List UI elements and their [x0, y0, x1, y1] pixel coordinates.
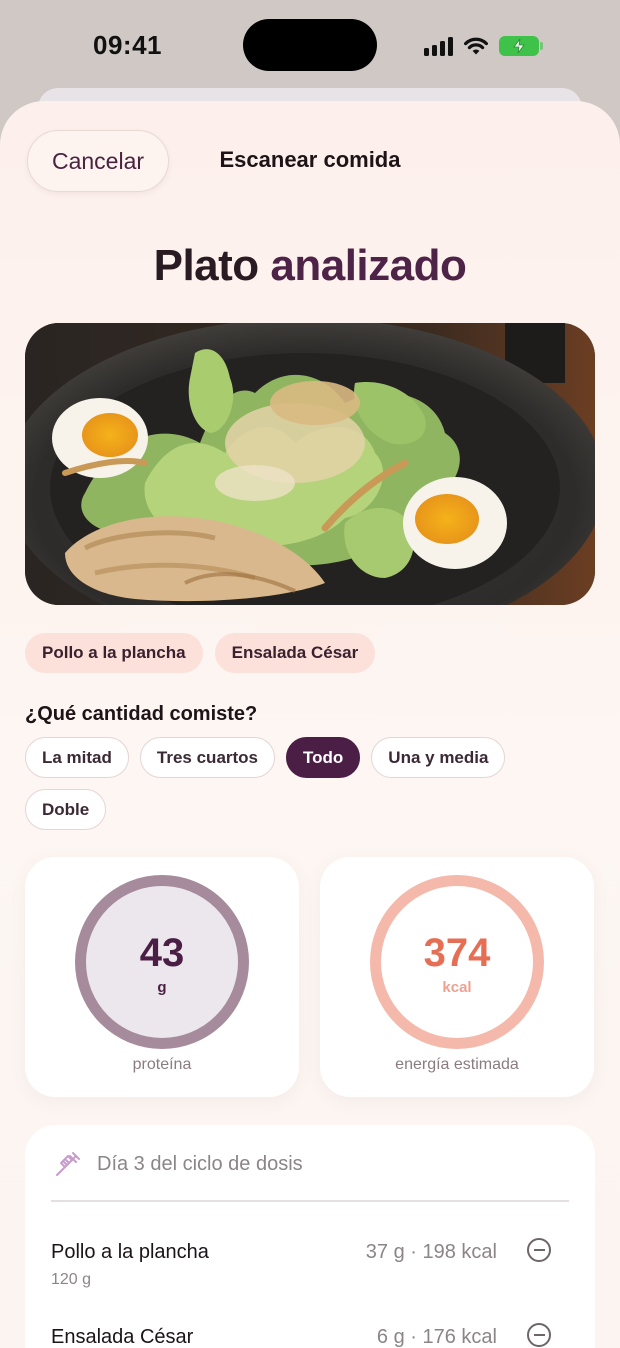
food-photo-illustration — [25, 323, 595, 605]
portion-option-one-and-half[interactable]: Una y media — [371, 737, 506, 778]
remove-item-button[interactable] — [527, 1323, 551, 1347]
food-chip[interactable]: Pollo a la plancha — [25, 633, 203, 673]
portion-question: ¿Qué cantidad comiste? — [25, 703, 258, 725]
portion-option-double[interactable]: Doble — [25, 789, 107, 830]
dynamic-island — [243, 19, 377, 71]
detected-foods: Pollo a la plancha Ensalada César — [25, 633, 376, 673]
energy-card: 374 kcal energía estimada — [320, 857, 594, 1097]
food-chip[interactable]: Ensalada César — [214, 633, 376, 673]
status-icons — [424, 34, 543, 58]
remove-item-button[interactable] — [527, 1238, 551, 1262]
dose-cycle-header: Día 3 del ciclo de dosis — [53, 1149, 303, 1179]
dose-cycle-text: Día 3 del ciclo de dosis — [97, 1152, 303, 1175]
battery-charging-icon — [499, 36, 543, 56]
protein-label: proteína — [132, 1056, 192, 1073]
status-bar: 09:41 — [0, 0, 620, 90]
food-photo — [25, 323, 595, 605]
divider — [51, 1200, 569, 1202]
protein-value: 43 — [139, 931, 185, 975]
protein-unit: g — [157, 979, 167, 996]
energy-unit: kcal — [442, 979, 472, 996]
meal-item-macros: 6 g · 176 kcal — [376, 1326, 497, 1348]
status-time: 09:41 — [93, 30, 162, 60]
meal-item-row: Pollo a la plancha 120 g 37 g · 198 kcal — [51, 1238, 569, 1301]
cellular-signal-icon — [424, 36, 453, 56]
portion-option-three-quarters[interactable]: Tres cuartos — [139, 737, 276, 778]
page-title-main: Plato — [153, 241, 271, 290]
meal-item-row: Ensalada César 6 g · 176 kcal — [51, 1323, 569, 1348]
meal-items-card: Día 3 del ciclo de dosis Pollo a la plan… — [25, 1125, 595, 1348]
syringe-icon — [56, 1152, 80, 1176]
meal-item-name: Ensalada César — [51, 1326, 194, 1348]
portion-options: La mitad Tres cuartos Todo Una y media D… — [25, 737, 595, 830]
scan-food-sheet: Cancelar Escanear comida Plato analizado — [0, 101, 620, 1348]
energy-label: energía estimada — [395, 1056, 519, 1073]
meal-item-macros: 37 g · 198 kcal — [365, 1241, 497, 1263]
wifi-icon — [464, 37, 488, 55]
page-title-accent: analizado — [270, 241, 467, 290]
energy-value: 374 — [423, 931, 491, 975]
page-title: Plato analizado — [0, 241, 620, 291]
meal-item-name: Pollo a la plancha — [51, 1241, 209, 1263]
meal-item-weight: 120 g — [51, 1271, 92, 1288]
protein-card: 43 g proteína — [25, 857, 299, 1097]
sheet-title: Escanear comida — [219, 147, 401, 172]
portion-option-all[interactable]: Todo — [286, 737, 361, 778]
portion-option-half[interactable]: La mitad — [25, 737, 129, 778]
